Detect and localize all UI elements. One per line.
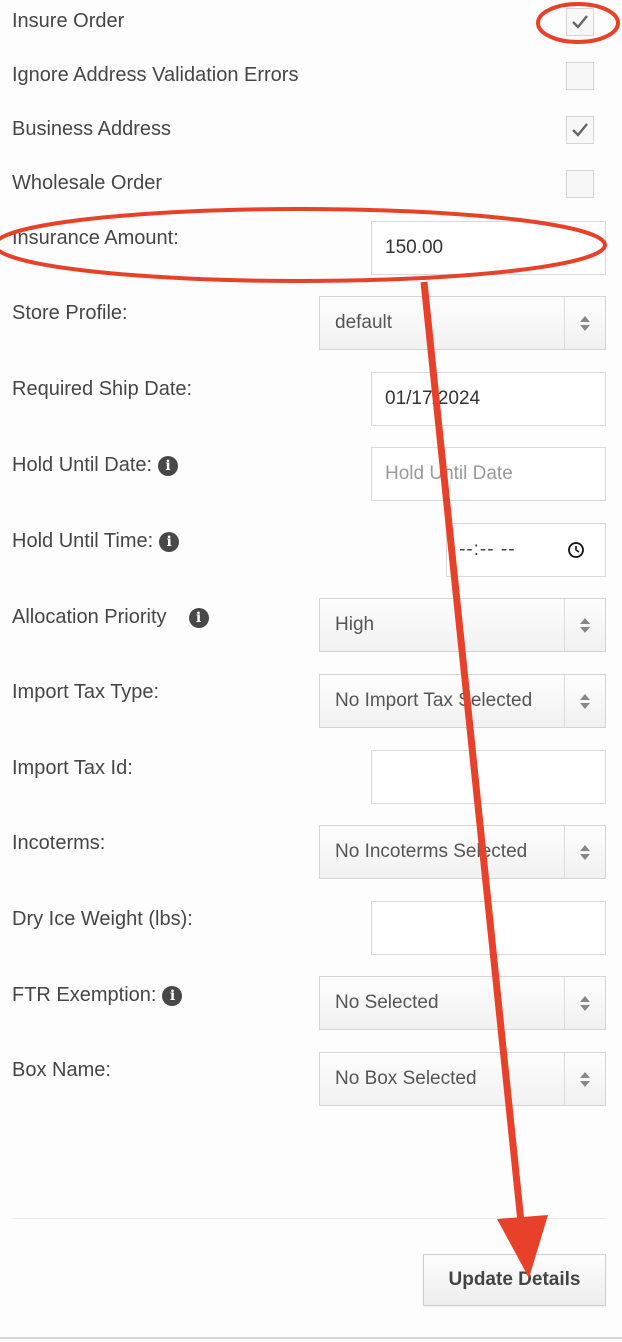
incoterms-value: No Incoterms Selected: [335, 841, 528, 862]
select-arrows-icon: [564, 826, 605, 878]
import-tax-type-label: Import Tax Type:: [12, 681, 160, 703]
business-address-label: Business Address: [12, 118, 171, 140]
clock-icon[interactable]: [567, 541, 585, 559]
bottom-border: [0, 1337, 622, 1339]
hold-until-date-label-text: Hold Until Date:: [12, 454, 153, 476]
box-name-select[interactable]: No Box Selected: [319, 1052, 606, 1106]
hold-until-time-value: --:-- --: [459, 539, 516, 560]
wholesale-order-label: Wholesale Order: [12, 172, 163, 194]
box-name-label: Box Name:: [12, 1059, 111, 1081]
required-ship-date-input[interactable]: 01/17/2024: [371, 372, 606, 426]
select-arrows-icon: [564, 1053, 605, 1105]
annotation-overlay: [0, 2, 620, 1278]
import-tax-type-select[interactable]: No Import Tax Selected: [319, 674, 606, 728]
required-ship-date-label: Required Ship Date:: [12, 378, 193, 400]
update-details-button[interactable]: Update Details: [423, 1254, 606, 1306]
hold-until-time-input[interactable]: --:-- --: [446, 523, 606, 577]
incoterms-select[interactable]: No Incoterms Selected: [319, 825, 606, 879]
wholesale-order-checkbox[interactable]: [566, 170, 594, 198]
business-address-checkbox[interactable]: [566, 116, 594, 144]
select-arrows-icon: [564, 599, 605, 651]
ftr-exemption-value: No Selected: [335, 992, 439, 1013]
info-icon[interactable]: i: [162, 985, 183, 1006]
allocation-priority-label-text: Allocation Priority: [12, 606, 167, 628]
ignore-address-validation-label: Ignore Address Validation Errors: [12, 64, 299, 86]
select-arrows-icon: [564, 977, 605, 1029]
hold-until-date-input[interactable]: Hold Until Date: [371, 447, 606, 501]
hold-until-time-label-text: Hold Until Time:: [12, 530, 154, 552]
hold-until-time-label: Hold Until Time: i: [12, 530, 180, 553]
divider: [12, 1218, 606, 1219]
import-tax-id-label: Import Tax Id:: [12, 757, 133, 779]
select-arrows-icon: [564, 297, 605, 349]
incoterms-label: Incoterms:: [12, 832, 106, 854]
info-icon[interactable]: i: [159, 531, 180, 552]
info-icon[interactable]: i: [188, 607, 209, 628]
checkmark-icon: [572, 15, 588, 29]
insure-order-checkbox[interactable]: [566, 8, 594, 36]
import-tax-type-value: No Import Tax Selected: [335, 690, 533, 711]
allocation-priority-value: High: [335, 614, 375, 635]
insure-order-label: Insure Order: [12, 10, 125, 32]
ignore-address-validation-checkbox[interactable]: [566, 62, 594, 90]
store-profile-value: default: [335, 312, 393, 333]
checkmark-icon: [572, 123, 588, 137]
info-icon[interactable]: i: [158, 455, 179, 476]
store-profile-select[interactable]: default: [319, 296, 606, 350]
allocation-priority-select[interactable]: High: [319, 598, 606, 652]
select-arrows-icon: [564, 675, 605, 727]
import-tax-id-input[interactable]: [371, 750, 606, 804]
store-profile-label: Store Profile:: [12, 302, 128, 324]
hold-until-date-label: Hold Until Date: i: [12, 454, 179, 477]
insurance-amount-label: Insurance Amount:: [12, 227, 179, 249]
allocation-priority-label: Allocation Priority i: [12, 606, 209, 629]
box-name-value: No Box Selected: [335, 1068, 477, 1089]
dry-ice-weight-label: Dry Ice Weight (lbs):: [12, 908, 193, 930]
ftr-exemption-label: FTR Exemption: i: [12, 984, 183, 1007]
insurance-amount-input[interactable]: 150.00: [371, 221, 606, 275]
ftr-exemption-label-text: FTR Exemption:: [12, 984, 157, 1006]
dry-ice-weight-input[interactable]: [371, 901, 606, 955]
ftr-exemption-select[interactable]: No Selected: [319, 976, 606, 1030]
